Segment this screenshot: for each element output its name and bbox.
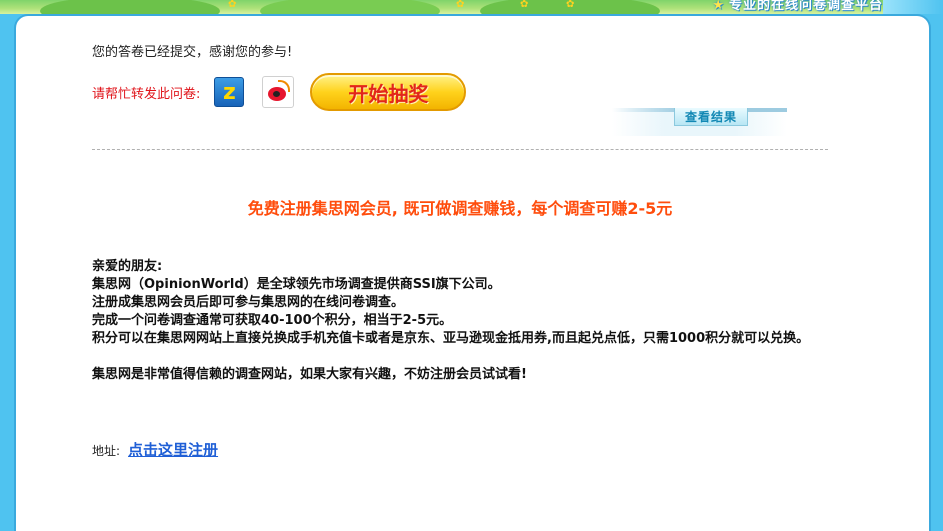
body-line: 完成一个问卷调查通常可获取40-100个积分，相当于2-5元。 — [92, 313, 453, 328]
body-closing: 集思网是非常值得信赖的调查网站，如果大家有兴趣，不妨注册会员试试看! — [92, 367, 527, 382]
top-banner: ✿ ✿ ✿ ✿ ★ 专业的在线问卷调查平台 — [0, 0, 943, 14]
share-label: 请帮忙转发此问卷: — [92, 86, 201, 102]
share-row: 请帮忙转发此问卷: z 开始抽奖 — [92, 72, 467, 112]
dashed-divider — [92, 149, 828, 150]
banner-hill — [260, 0, 440, 14]
body-line: 集思网（OpinionWorld）是全球领先市场调查提供商SSI旗下公司。 — [92, 277, 501, 292]
view-results-button[interactable]: 查看结果 — [674, 108, 748, 126]
view-results-tab: 查看结果 — [612, 108, 787, 136]
promo-body: 亲爱的朋友: 集思网（OpinionWorld）是全球领先市场调查提供商SSI旗… — [92, 258, 832, 384]
body-line: 积分可以在集思网网站上直接兑换成手机充值卡或者是京东、亚马逊现金抵用券,而且起兑… — [92, 331, 810, 346]
address-row: 地址: 点击这里注册 — [92, 439, 218, 460]
weibo-signal-shape — [278, 80, 291, 92]
flower-icon: ✿ — [566, 0, 575, 10]
banner-corner — [883, 0, 943, 14]
qzone-share-icon[interactable]: z — [214, 77, 245, 107]
start-lottery-button[interactable]: 开始抽奖 — [310, 73, 467, 111]
address-label: 地址: — [92, 444, 121, 458]
star-icon: ★ — [712, 0, 725, 13]
register-link[interactable]: 点击这里注册 — [128, 439, 218, 460]
header-slogan: ★ 专业的在线问卷调查平台 — [712, 0, 883, 13]
flower-icon: ✿ — [520, 0, 529, 10]
weibo-share-icon[interactable] — [262, 76, 295, 108]
promo-headline: 免费注册集思网会员, 既可做调查赚钱，每个调查可赚2-5元 — [247, 199, 673, 218]
flower-icon: ✿ — [456, 0, 465, 10]
banner-hill — [40, 0, 220, 14]
body-line: 注册成集思网会员后即可参与集思网的在线问卷调查。 — [92, 295, 405, 310]
submission-thanks: 您的答卷已经提交，感谢您的参与! — [92, 45, 293, 60]
body-line: 亲爱的朋友: — [92, 259, 163, 274]
flower-icon: ✿ — [228, 0, 237, 10]
